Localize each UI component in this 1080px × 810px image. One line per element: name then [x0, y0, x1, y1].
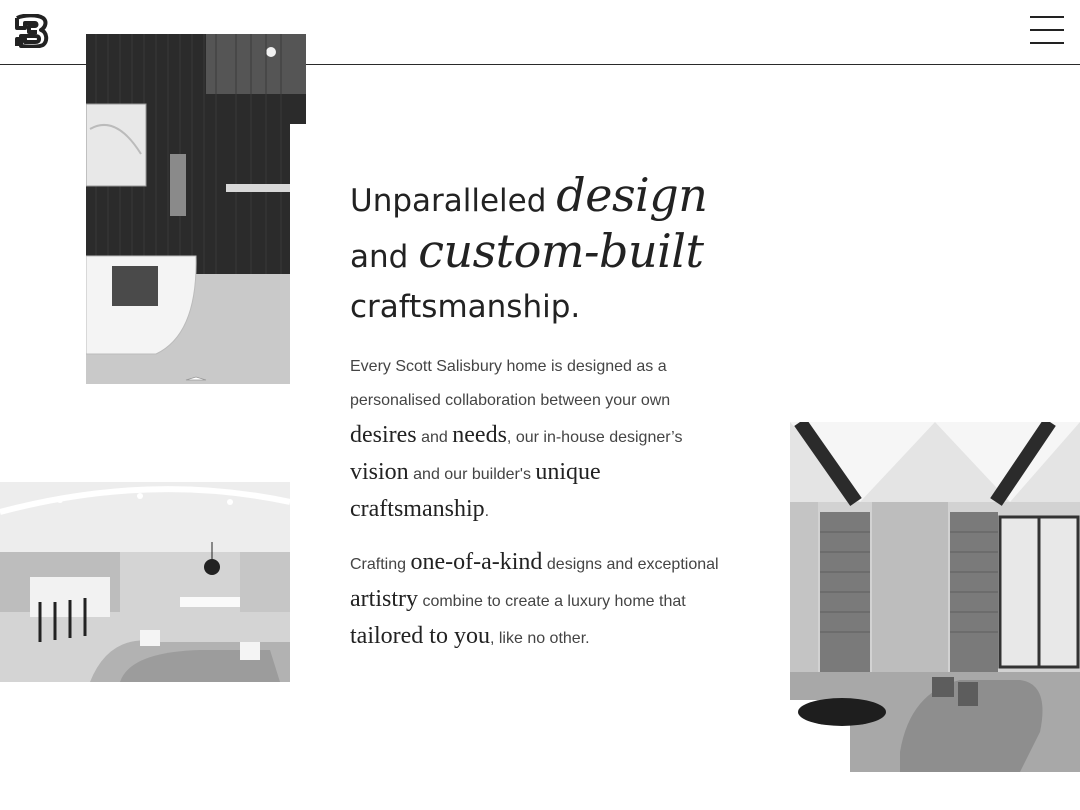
highlight-word: desires: [350, 422, 417, 448]
lounge-room-photo: [760, 422, 1080, 772]
kitchen-living-photo: [0, 482, 290, 682]
brand-logo-icon[interactable]: [15, 14, 49, 48]
highlight-word: one-of-a-kind: [410, 549, 543, 575]
intro-paragraph: Every Scott Salisbury home is designed a…: [350, 350, 730, 529]
body-text: Every Scott Salisbury home is designed a…: [350, 358, 671, 409]
body-text: combine to create a luxury home that: [422, 593, 686, 610]
body-text: , our in-house designer’s: [506, 429, 683, 446]
craft-paragraph: Crafting one-of-a-kind designs and excep…: [350, 545, 730, 656]
headline-text: and: [350, 239, 409, 275]
headline-text: Unparalleled: [350, 183, 547, 219]
body-text: , like no other.: [489, 630, 590, 647]
highlight-word: artistry: [350, 586, 418, 612]
menu-button[interactable]: [1030, 16, 1064, 46]
body-text: .: [484, 503, 490, 520]
headline-text: craftsmanship.: [350, 289, 581, 325]
hamburger-menu-icon: [1030, 16, 1064, 18]
highlight-word: needs: [452, 422, 507, 448]
body-text: and: [421, 429, 448, 446]
body-text: Crafting: [350, 556, 407, 573]
headline-emphasis: custom-built: [418, 224, 704, 278]
hero-headline: Unparalleled design and custom-built cra…: [350, 170, 770, 332]
highlight-word: vision: [350, 459, 409, 485]
bathroom-photo: [86, 34, 306, 384]
highlight-word: tailored to you: [350, 623, 490, 649]
headline-emphasis: design: [556, 168, 708, 222]
body-text: designs and exceptional: [546, 556, 719, 573]
body-text: and our builder's: [413, 466, 531, 483]
